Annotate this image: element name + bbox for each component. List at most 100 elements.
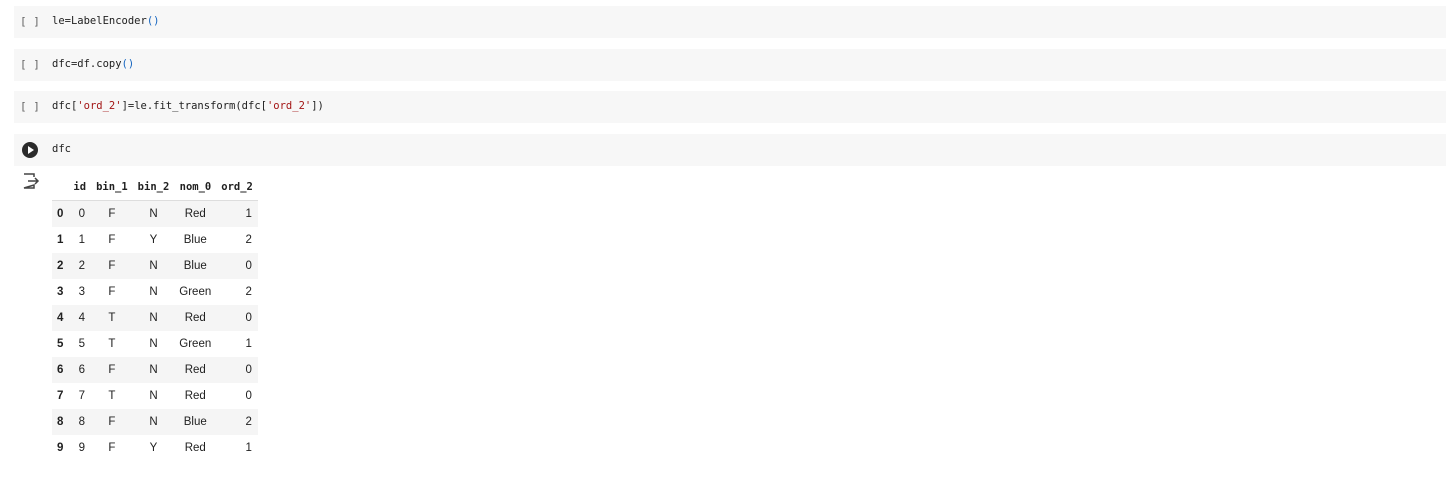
table-cell: F [108,234,116,246]
table-cell: Green [179,286,212,298]
table-row: 3 3 F N Green 2 [52,279,258,305]
execution-count: [ ] [20,100,40,113]
table-cell: 2 [245,286,252,298]
table-cell: T [108,312,116,324]
code-line[interactable]: le=LabelEncoder() [52,15,159,27]
code-cell-copy[interactable]: [ ] dfc=df.copy() [14,49,1446,81]
table-row: 9 9 F Y Red 1 [52,435,258,461]
cell-gutter[interactable] [14,134,50,166]
table-cell: 0 [245,364,252,376]
cell-gutter[interactable]: [ ] [14,91,50,123]
dataframe-output: id bin_1 bin_2 nom_0 ord_2 0 0 F N Red 1 1 1 F Y B… [52,174,258,461]
play-circle-icon[interactable] [22,142,38,158]
table-cell: 1 [245,442,252,454]
table-cell: 0 [245,312,252,324]
code-line[interactable]: dfc['ord_2']=le.fit_transform(dfc['ord_2… [52,100,324,112]
table-row: 7 7 T N Red 0 [52,383,258,409]
code-token: dfc[ [52,100,78,112]
table-header-row: id bin_1 bin_2 nom_0 ord_2 [52,174,258,201]
table-cell: N [149,286,158,298]
table-cell: F [108,364,116,376]
table-cell: N [149,208,158,220]
cell-gutter[interactable]: [ ] [14,49,50,81]
row-index: 1 [57,234,64,246]
table-cell: 1 [245,208,252,220]
code-token: dfc [52,143,71,155]
row-index: 9 [57,442,64,454]
execution-count: [ ] [20,15,40,28]
code-token: 'ord_2' [77,100,122,112]
row-index: 3 [57,286,64,298]
table-cell: 5 [78,338,86,350]
column-header: nom_0 [174,174,217,201]
table-cell: Blue [183,260,207,272]
table-row: 6 6 F N Red 0 [52,357,258,383]
table-cell: Red [184,390,206,402]
row-index: 5 [57,338,64,350]
table-cell: 1 [245,338,252,350]
table-cell: 0 [78,208,86,220]
table-cell: N [149,312,158,324]
table-cell: F [108,442,116,454]
row-index: 0 [57,208,64,220]
table-row: 4 4 T N Red 0 [52,305,258,331]
code-token: () [146,15,160,27]
row-index: 8 [57,416,64,428]
table-cell: F [108,260,116,272]
code-token: dfc=df.copy [52,58,122,70]
row-index: 6 [57,364,64,376]
table-cell: 9 [78,442,86,454]
table-cell: F [108,286,116,298]
table-cell: 1 [78,234,86,246]
code-line[interactable]: dfc [52,143,71,155]
code-token: () [121,58,135,70]
table-cell: Y [149,442,158,454]
row-index: 7 [57,390,64,402]
code-cell-fit-transform[interactable]: [ ] dfc['ord_2']=le.fit_transform(dfc['o… [14,91,1446,123]
code-token: ]=le.fit_transform(dfc[ [121,100,267,112]
table-cell: Blue [183,234,207,246]
table-cell: 3 [78,286,86,298]
output-redirect-icon[interactable] [22,172,40,190]
table-row: 1 1 F Y Blue 2 [52,227,258,253]
code-cell-dfc[interactable]: dfc [14,134,1446,166]
table-cell: 2 [245,234,252,246]
table-row: 0 0 F N Red 1 [52,200,258,227]
table-cell: Red [184,442,206,454]
code-token: 'ord_2' [266,100,312,112]
column-header: ord_2 [216,174,258,201]
row-index: 2 [57,260,64,272]
table-cell: Red [184,312,206,324]
table-cell: N [149,260,158,272]
table-row: 5 5 T N Green 1 [52,331,258,357]
column-header: bin_2 [132,174,175,201]
table-cell: 7 [78,390,86,402]
code-token: ]) [311,100,324,112]
table-cell: 4 [78,312,86,324]
column-header [52,174,69,201]
table-cell: Red [184,364,206,376]
table-cell: N [149,364,158,376]
code-line[interactable]: dfc=df.copy() [52,58,134,70]
table-cell: F [108,416,116,428]
table-cell: Blue [183,416,207,428]
table-cell: N [149,390,158,402]
code-token: le=LabelEncoder [52,15,147,27]
dataframe-table: id bin_1 bin_2 nom_0 ord_2 0 0 F N Red 1 1 1 F Y B… [52,174,258,461]
table-cell: 2 [78,260,86,272]
code-cell-label-encoder[interactable]: [ ] le=LabelEncoder() [14,6,1446,38]
execution-count: [ ] [20,58,40,71]
cell-gutter[interactable]: [ ] [14,6,50,38]
table-cell: F [108,208,116,220]
table-row: 2 2 F N Blue 0 [52,253,258,279]
column-header: bin_1 [91,174,133,201]
table-cell: 8 [78,416,86,428]
table-cell: 6 [78,364,86,376]
table-cell: T [108,338,116,350]
table-cell: T [108,390,116,402]
table-cell: N [149,416,158,428]
table-cell: Red [184,208,206,220]
table-cell: 0 [245,260,252,272]
table-cell: 2 [245,416,252,428]
table-row: 8 8 F N Blue 2 [52,409,258,435]
